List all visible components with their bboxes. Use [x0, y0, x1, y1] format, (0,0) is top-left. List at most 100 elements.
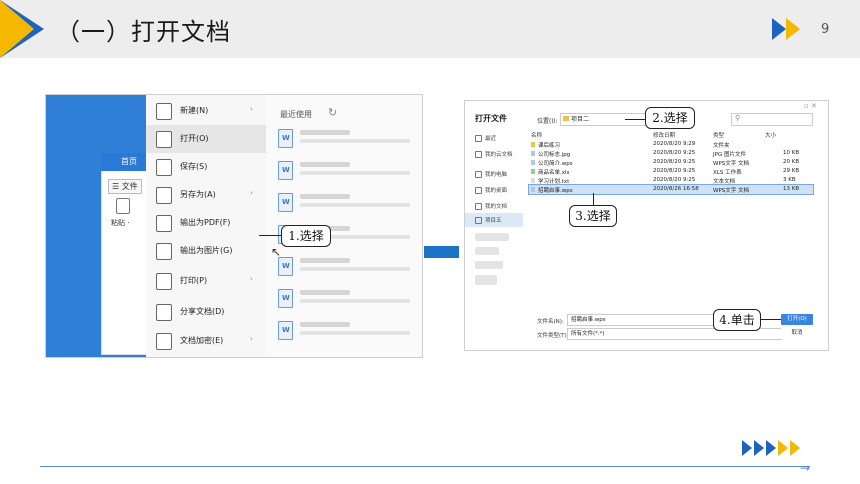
menu-item-save[interactable]: 保存(S) [146, 153, 266, 181]
slide-title: （一）打开文档 [56, 18, 231, 46]
share-icon [156, 304, 172, 321]
filename-label: 文件名(N): [537, 319, 564, 325]
recent-file-item[interactable] [278, 127, 418, 153]
clock-icon [475, 135, 482, 142]
callout-leader-line [625, 119, 645, 120]
menu-item-print[interactable]: 打印(P) › [146, 267, 266, 295]
folder-icon [475, 217, 482, 224]
recent-title: 最近使用 [280, 110, 312, 119]
callout-step-1: 1.选择 [281, 225, 331, 247]
menu-item-label: 打开(O) [180, 134, 209, 143]
lock-document-icon [156, 333, 172, 350]
spreadsheet-icon [531, 169, 535, 174]
save-as-icon [156, 187, 172, 204]
chevron-right-icon: › [250, 275, 253, 283]
chevron-right-icon: › [250, 335, 253, 343]
document-icon [531, 187, 535, 192]
menu-item-label: 打印(P) [180, 276, 208, 285]
dialog-sidebar: 最近 我的云文档 我的电脑 我的桌面 我的文档 项目五 [465, 129, 525, 350]
computer-icon [475, 171, 482, 178]
recent-file-item[interactable] [278, 255, 418, 281]
search-input[interactable] [731, 113, 813, 126]
chevron-right-icon: › [250, 189, 253, 197]
file-row-selected[interactable]: 招聘启事.wps 2020/8/26 16:58 WPS文字 文档 13 KB [528, 184, 814, 195]
callout-step-4: 4.单击 [713, 309, 761, 331]
menu-item-label: 另存为(A) [180, 190, 216, 199]
sidebar-item-cloud-docs[interactable]: 我的云文档 [465, 147, 523, 161]
menu-item-label: 分享文档(D) [180, 307, 225, 316]
recent-file-item[interactable] [278, 319, 418, 345]
blurred-item [475, 233, 509, 241]
file-row[interactable]: 课后练习 2020/8/20 9:29 文件夹 [529, 140, 813, 149]
search-icon: ⚲ [735, 114, 741, 122]
pdf-icon [156, 215, 172, 232]
document-icon [278, 129, 293, 148]
menu-item-open[interactable]: 打开(O) [146, 125, 266, 153]
document-icon [278, 289, 293, 308]
location-label: 位置(I): [537, 118, 558, 125]
open-button[interactable]: 打开(O) [781, 314, 813, 325]
column-header-date[interactable]: 修改日期 [653, 131, 675, 139]
column-header-size[interactable]: 大小 [765, 131, 776, 139]
file-menu: 新建(N) › 打开(O) 保存(S) 另存为(A) › 输出为PDF(F) 输… [146, 95, 267, 357]
filetype-label: 文件类型(T): [537, 333, 569, 339]
save-icon [156, 159, 172, 176]
recent-file-item[interactable] [278, 191, 418, 217]
sidebar-item-my-computer[interactable]: 我的电脑 [465, 167, 523, 181]
file-row[interactable]: 公司简介.wps 2020/8/20 9:25 WPS文字 文档 20 KB [529, 158, 813, 167]
mouse-cursor-icon: ↖ [271, 245, 282, 259]
callout-step-2: 2.选择 [645, 107, 695, 129]
recent-file-item[interactable] [278, 159, 418, 185]
menu-item-label: 输出为图片(G) [180, 246, 233, 255]
cancel-button[interactable]: 取消 [781, 328, 813, 339]
chevron-right-icon: › [250, 105, 253, 113]
sidebar-item-project-five[interactable]: 项目五 [465, 213, 523, 227]
menu-item-label: 文档加密(E) [180, 336, 224, 345]
sidebar-item-recent[interactable]: 最近 [465, 131, 523, 145]
folder-icon [563, 116, 569, 121]
paste-label: 粘贴 · [111, 219, 130, 227]
paste-icon[interactable] [116, 198, 130, 214]
document-icon [278, 257, 293, 276]
sidebar-item-documents[interactable]: 我的文档 [465, 199, 523, 213]
page-number: 9 [821, 22, 830, 37]
document-icon [531, 160, 535, 165]
file-menu-button[interactable]: ☰ 文件 [108, 179, 142, 194]
open-file-dialog: 打开文件 ▫ ✕ 位置(I): 项目二 ⚲ 最近 我的云文档 我的电脑 我的桌面… [464, 100, 829, 351]
blurred-item [475, 275, 497, 285]
menu-item-encrypt[interactable]: 文档加密(E) › [146, 327, 266, 355]
menu-item-share[interactable]: 分享文档(D) [146, 298, 266, 326]
cloud-icon [475, 151, 482, 158]
callout-leader-line [761, 319, 781, 320]
wps-file-menu-screenshot: 首页 ☰ 文件 粘贴 · 新建(N) › 打开(O) 保存(S) 另存为(A) … [45, 94, 423, 358]
printer-icon [156, 273, 172, 290]
arrow-right-icon: → [800, 461, 811, 475]
dialog-title: 打开文件 [475, 114, 507, 123]
document-icon [278, 193, 293, 212]
connector-bar [424, 246, 459, 258]
image-icon [156, 243, 172, 260]
file-row[interactable]: 学习计划.txt 2020/8/20 9:25 文本文档 3 KB [529, 176, 813, 185]
image-file-icon [531, 151, 535, 156]
menu-item-save-as[interactable]: 另存为(A) › [146, 181, 266, 209]
menu-item-label: 新建(N) [180, 106, 209, 115]
header-accent-yellow [0, 0, 34, 58]
document-icon [278, 161, 293, 180]
refresh-icon[interactable]: ↻ [328, 106, 337, 119]
footer-divider [40, 466, 810, 467]
menu-item-export-pdf[interactable]: 输出为PDF(F) [146, 209, 266, 237]
column-header-name[interactable]: 名称 [531, 131, 542, 139]
document-icon [278, 321, 293, 340]
window-controls-icon[interactable]: ▫ ✕ [804, 102, 817, 110]
file-row[interactable]: 公司标志.jpg 2020/8/20 9:25 JPG 图片文件 10 KB [529, 149, 813, 158]
text-file-icon [531, 178, 535, 183]
recent-file-item[interactable] [278, 287, 418, 313]
menu-item-new[interactable]: 新建(N) › [146, 97, 266, 125]
file-row[interactable]: 商品名单.xls 2020/8/20 9:25 XLS 工作表 29 KB [529, 167, 813, 176]
sidebar-item-desktop[interactable]: 我的桌面 [465, 183, 523, 197]
callout-leader-line [259, 235, 281, 236]
menu-item-export-image[interactable]: 输出为图片(G) [146, 237, 266, 265]
column-header-type[interactable]: 类型 [713, 131, 724, 139]
blurred-item [475, 247, 499, 255]
callout-step-3: 3.选择 [569, 205, 617, 227]
